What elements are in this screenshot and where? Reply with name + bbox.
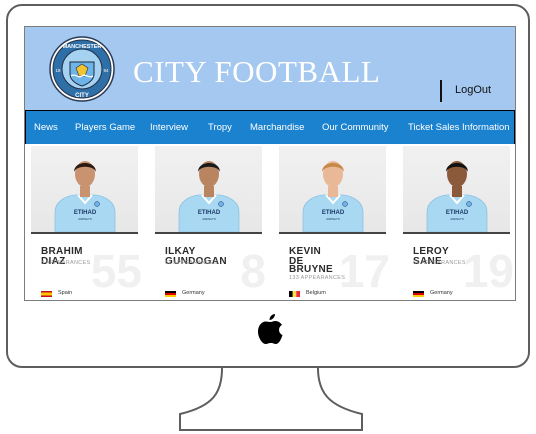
nav-item-our-community[interactable]: Our Community — [322, 122, 389, 133]
nav-item-news[interactable]: News — [34, 122, 58, 133]
player-country: Germany — [430, 290, 453, 296]
player-last-name-line2: BRUYNE — [289, 264, 334, 275]
svg-text:ETIHAD: ETIHAD — [446, 210, 469, 216]
player-card[interactable]: ETIHAD AIRWAYS 17 KEVIN DE BRUYNE 133 AP… — [279, 146, 392, 300]
player-photo: ETIHAD AIRWAYS — [54, 161, 116, 232]
svg-text:ETIHAD: ETIHAD — [322, 210, 345, 216]
player-card-list: ETIHAD AIRWAYS 55 BRAHIM DIAZ 8 APPEARAN… — [25, 144, 515, 300]
apple-logo-icon — [258, 314, 283, 344]
nav-item-ticket-sales-information[interactable]: Ticket Sales Information — [408, 122, 510, 133]
svg-text:18: 18 — [55, 68, 61, 73]
player-country: Spain — [58, 290, 73, 296]
manchester-city-crest-icon: MANCHESTER CITY 18 94 — [49, 36, 115, 102]
header-divider — [440, 80, 442, 102]
player-appearances: 8 APPEARANCES — [41, 260, 91, 266]
player-card[interactable]: ETIHAD AIRWAYS 19 LEROY SANE 66 APPEARAN… — [403, 146, 515, 300]
nav-item-interview[interactable]: Interview — [150, 122, 188, 133]
site-header: MANCHESTER CITY 18 94 CITY FOOTBALL LogO… — [25, 27, 515, 110]
svg-text:AIRWAYS: AIRWAYS — [202, 217, 215, 221]
svg-text:AIRWAYS: AIRWAYS — [450, 217, 463, 221]
nav-item-players-game[interactable]: Players Game — [75, 122, 135, 133]
svg-text:CITY: CITY — [75, 93, 89, 99]
germany-flag-icon — [413, 291, 424, 297]
player-number: 8 — [240, 245, 266, 297]
belgium-flag-icon — [289, 291, 300, 297]
photo-underline — [403, 232, 510, 234]
main-navigation: News Players Game Interview Tropy Marcha… — [25, 110, 515, 145]
spain-flag-icon — [41, 291, 52, 297]
svg-text:ETIHAD: ETIHAD — [74, 210, 97, 216]
player-card[interactable]: ETIHAD AIRWAYS 8 ILKAY GUNDOGAN 62 APPEA… — [155, 146, 268, 300]
player-country: Germany — [182, 290, 205, 296]
svg-text:AIRWAYS: AIRWAYS — [78, 217, 91, 221]
svg-text:AIRWAYS: AIRWAYS — [326, 217, 339, 221]
player-photo: ETIHAD AIRWAYS — [426, 161, 488, 232]
germany-flag-icon — [165, 291, 176, 297]
browser-screen: MANCHESTER CITY 18 94 CITY FOOTBALL LogO… — [24, 26, 516, 301]
photo-underline — [279, 232, 386, 234]
player-appearances: 66 APPEARANCES — [413, 260, 466, 266]
player-country: Belgium — [306, 290, 326, 296]
logout-link[interactable]: LogOut — [455, 84, 491, 96]
player-photo: ETIHAD AIRWAYS — [302, 161, 364, 232]
player-number: 19 — [462, 245, 514, 297]
player-number: 55 — [90, 245, 142, 297]
player-card[interactable]: ETIHAD AIRWAYS 55 BRAHIM DIAZ 8 APPEARAN… — [31, 146, 144, 300]
player-number: 17 — [338, 245, 390, 297]
player-photo: ETIHAD AIRWAYS — [178, 161, 240, 232]
photo-underline — [31, 232, 138, 234]
photo-underline — [155, 232, 262, 234]
site-title: CITY FOOTBALL — [133, 54, 381, 89]
nav-item-tropy[interactable]: Tropy — [208, 122, 232, 133]
svg-text:ETIHAD: ETIHAD — [198, 210, 221, 216]
svg-text:MANCHESTER: MANCHESTER — [63, 44, 102, 50]
svg-text:94: 94 — [103, 68, 109, 73]
nav-item-marchandise[interactable]: Marchandise — [250, 122, 304, 133]
player-appearances: 133 APPEARANCES — [289, 275, 346, 281]
player-appearances: 62 APPEARANCES — [165, 260, 218, 266]
